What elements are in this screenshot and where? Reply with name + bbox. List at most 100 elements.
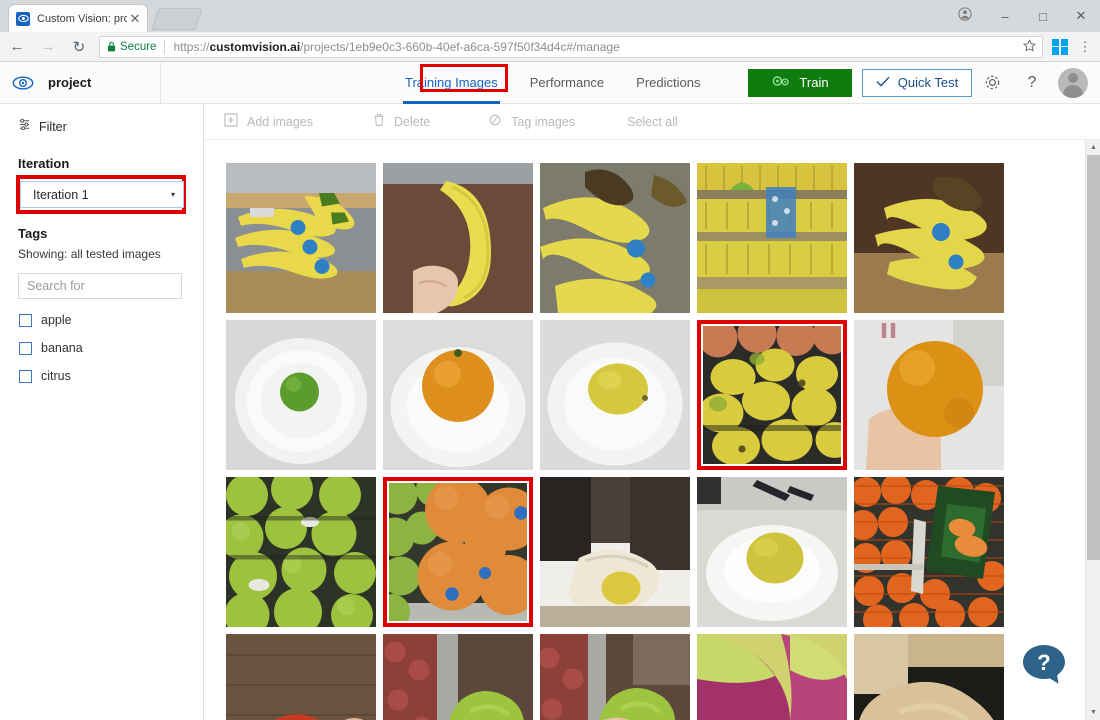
gear-icon[interactable] [972, 67, 1012, 99]
thumbnail-banana-bunch-closeup [540, 163, 690, 313]
train-button-label: Train [799, 75, 829, 90]
tag-checkbox-citrus[interactable] [19, 369, 32, 383]
tab-performance[interactable]: Performance [514, 62, 620, 104]
delete-button[interactable]: Delete [373, 104, 430, 140]
content-scrollbar[interactable]: ▲ ▼ [1085, 140, 1100, 720]
image-tile[interactable] [540, 477, 690, 627]
add-box-icon [224, 113, 238, 130]
thumbnail-lemon-on-plate-table [697, 477, 847, 627]
thumbnail-lime-on-white-plate [226, 320, 376, 470]
tag-label-citrus: citrus [41, 369, 71, 383]
thumbnail-orange-on-white-plate [383, 320, 533, 470]
quick-test-button-label: Quick Test [897, 75, 959, 90]
select-all-button[interactable]: Select all [627, 104, 678, 140]
thumbnail-single-banana-in-hand [383, 163, 533, 313]
back-icon[interactable]: ← [3, 33, 31, 61]
quick-test-button[interactable]: Quick Test [862, 68, 972, 97]
image-tile[interactable] [383, 634, 533, 720]
tag-label-banana: banana [41, 341, 83, 355]
scrollbar-thumb[interactable] [1087, 155, 1100, 560]
filter-label: Filter [39, 120, 67, 134]
image-tile[interactable] [540, 634, 690, 720]
iteration-select[interactable]: Iteration 1 ▾ [20, 181, 184, 208]
images-toolbar: Add images Delete Tag images Select all [205, 104, 1100, 140]
app-header: project Training Images Performance Pred… [0, 61, 1100, 104]
tag-icon [488, 113, 502, 130]
image-tile[interactable] [854, 634, 1004, 720]
browser-profile-icon[interactable] [958, 6, 972, 26]
add-images-button[interactable]: Add images [224, 104, 313, 140]
image-tile[interactable] [697, 320, 847, 470]
avatar[interactable] [1058, 67, 1088, 98]
tag-item-apple[interactable]: apple [0, 313, 203, 327]
select-all-label: Select all [627, 114, 678, 129]
image-tile[interactable] [226, 634, 376, 720]
image-tile[interactable] [383, 477, 533, 627]
check-icon [876, 75, 890, 90]
tag-images-button[interactable]: Tag images [488, 104, 575, 140]
image-tile[interactable] [540, 163, 690, 313]
reload-icon[interactable]: ↻ [65, 33, 93, 61]
thumbnail-bananas-on-shelf [226, 163, 376, 313]
header-divider [160, 61, 161, 104]
tag-checkbox-apple[interactable] [19, 313, 32, 327]
image-tile[interactable] [540, 320, 690, 470]
forward-icon[interactable]: → [34, 33, 62, 61]
omnibox-divider [164, 39, 166, 54]
iteration-heading: Iteration [18, 156, 70, 171]
thumbnail-green-apple-in-hand-a [383, 634, 533, 720]
image-tile[interactable] [383, 320, 533, 470]
image-tile[interactable] [226, 163, 376, 313]
image-tile[interactable] [854, 477, 1004, 627]
tab-performance-label: Performance [529, 75, 605, 90]
image-tile[interactable] [697, 163, 847, 313]
tag-item-citrus[interactable]: citrus [0, 369, 203, 383]
header-actions: Train Quick Test ? [748, 67, 1100, 99]
image-tile[interactable] [226, 320, 376, 470]
browser-toolbar: ← → ↻ Secure https://customvision.ai/pro… [0, 32, 1100, 62]
url-scheme: https:// [173, 39, 210, 54]
image-tile[interactable] [226, 477, 376, 627]
project-name: project [48, 75, 92, 90]
scroll-down-icon[interactable]: ▼ [1086, 705, 1100, 720]
tab-predictions[interactable]: Predictions [620, 62, 716, 104]
browser-menu-icon[interactable]: ⋮ [1075, 40, 1095, 53]
tag-search-placeholder: Search for [27, 279, 85, 293]
tags-showing-label: Showing: all tested images [18, 247, 161, 261]
tag-label-apple: apple [41, 313, 72, 327]
lock-icon [107, 41, 116, 52]
scroll-up-icon[interactable]: ▲ [1086, 140, 1100, 155]
trash-icon [373, 113, 385, 130]
train-button[interactable]: Train [748, 68, 852, 97]
thumbnail-green-apple-in-hand-b [540, 634, 690, 720]
filter-control[interactable]: Filter [0, 116, 203, 138]
thumbnail-oranges-and-green-apples [383, 477, 533, 627]
image-tile[interactable] [697, 634, 847, 720]
image-tile[interactable] [383, 163, 533, 313]
help-question-icon[interactable]: ? [1012, 67, 1052, 99]
iteration-select-value: Iteration 1 [33, 187, 89, 202]
tag-checkbox-banana[interactable] [19, 341, 32, 355]
close-tab-icon[interactable]: ✕ [127, 11, 143, 27]
help-chat-bubble-button[interactable]: ? [1020, 640, 1068, 688]
image-tile[interactable] [854, 320, 1004, 470]
image-tile[interactable] [697, 477, 847, 627]
tab-training-images[interactable]: Training Images [389, 62, 514, 104]
tag-search-input[interactable]: Search for [18, 273, 182, 299]
bookmark-star-icon[interactable] [1022, 38, 1038, 55]
minimize-window-button[interactable]: – [986, 1, 1024, 31]
new-tab-button[interactable] [151, 8, 203, 30]
thumbnail-lemons-in-crate [697, 320, 847, 470]
address-bar[interactable]: Secure https://customvision.ai/projects/… [99, 35, 1043, 58]
windows-extension-icon[interactable] [1052, 38, 1068, 55]
maximize-window-button[interactable]: □ [1024, 1, 1062, 31]
thumbnail-green-apples-crate [226, 477, 376, 627]
sidebar: Filter Iteration Iteration 1 ▾ Tags Show… [0, 104, 204, 720]
app-brand[interactable]: project [0, 75, 160, 91]
image-tile[interactable] [854, 163, 1004, 313]
close-window-button[interactable]: ✕ [1062, 1, 1100, 31]
tag-item-banana[interactable]: banana [0, 341, 203, 355]
thumbnail-lemon-in-paper-bag [540, 477, 690, 627]
thumbnail-orange-in-hand [854, 320, 1004, 470]
browser-tab[interactable]: Custom Vision: project - ✕ [8, 4, 148, 32]
